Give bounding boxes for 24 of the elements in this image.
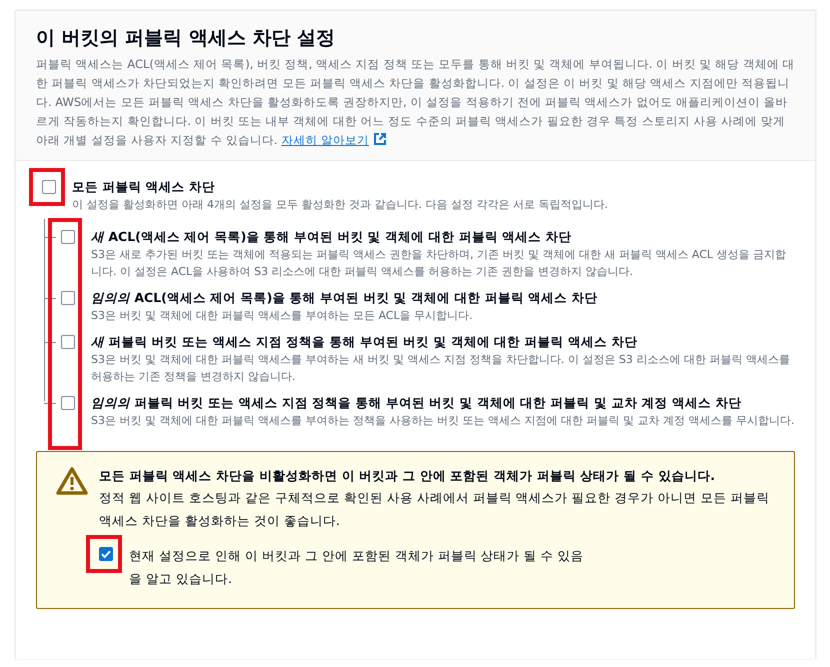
panel-description: 퍼블릭 액세스는 ACL(액세스 제어 목록), 버킷 정책, 액세스 지점 정책 또는 모두를 통해 버킷 및 객체에 부여됩니다. 이 버킷 및 해당 객체에 대한 퍼블릭 액세스가 차단되었는지 확인하려면 모든 퍼블릭 액세스 차단을 활성화합니다. 이 설정은 이 버킷 및 해당 액세스 지점에만 적용됩니다. AWS에서는 모든 퍼블릭 액세스 차단을 활성화하도록 권장하지만, 이 설정을 적용하기 전에 퍼블릭 액세스가 없어도 애플리케이션이 올바르게 작동하는지 확인합니다. 이 버킷 또는 내부 객체에 대한 어느 정도 수준의 퍼블릭 액세스가 필요한 경우 특정 스토리지 사용 사례에 맞게 아래 개별 설정을 사용자 지정할 수 있습니다. 자세히 알아보기 [36, 56, 795, 149]
checkbox[interactable] [61, 396, 75, 410]
checkbox[interactable] [61, 335, 75, 349]
external-link-icon[interactable] [372, 132, 387, 146]
learn-more-link[interactable]: 자세히 알아보기 [281, 133, 369, 147]
checkbox[interactable] [61, 230, 75, 244]
option-description: S3은 버킷 및 객체에 대한 퍼블릭 액세스를 부여하는 정책을 사용하는 버킷 또는 액세스 지점에 대한 퍼블릭 및 교차 계정 액세스를 무시합니다. [91, 413, 795, 429]
checkbox[interactable] [42, 180, 56, 194]
option-description: 이 설정을 활성화하면 아래 4개의 설정을 모두 활성화한 것과 같습니다. 다음 설정 각각은 서로 독립적입니다. [72, 197, 609, 213]
option-description: S3은 새로 추가된 버킷 또는 객체에 적용되는 퍼블릭 액세스 권한을 차단하며, 기존 버킷 및 객체에 대한 새 퍼블릭 액세스 ACL 생성을 금지합니다. 이 설정은 ACL을 사용하여 S3 리소스에 대한 퍼블릭 액세스를 허용하는 기존 권한을 변경하지 않습니다. [91, 247, 788, 280]
warning-text: 정적 웹 사이트 호스팅과 같은 구체적으로 확인된 사용 사례에서 퍼블릭 액세스가 필요한 경우가 아니면 모든 퍼블릭 액세스 차단을 활성화하는 것이 좋습니다. [99, 489, 771, 530]
option-label: 임의의 ACL(액세스 제어 목록)을 통해 부여된 버킷 및 객체에 대한 퍼블릭 액세스 차단 [91, 289, 598, 307]
option-label: 임의의 퍼블릭 버킷 또는 액세스 지점 정책을 통해 부여된 버킷 및 객체에 대한 퍼블릭 및 교차 계정 액세스 차단 [91, 394, 742, 412]
warning-title: 모든 퍼블릭 액세스 차단을 비활성화하면 이 버킷과 그 안에 포함된 객체가 퍼블릭 상태가 될 수 있습니다. [99, 467, 716, 485]
option-description: S3은 버킷 및 객체에 대한 퍼블릭 액세스를 부여하는 모든 ACL을 무시합니다. [91, 308, 474, 324]
option-description: S3은 버킷 및 객체에 대한 퍼블릭 액세스를 부여하는 새 버킷 및 액세스 지점 정책을 차단합니다. 이 설정은 S3 리소스에 대한 퍼블릭 액세스를 허용하는 기존 정책을 변경하지 않습니다. [91, 352, 791, 385]
panel-title: 이 버킷의 퍼블릭 액세스 차단 설정 [36, 26, 336, 51]
option-label: 새 퍼블릭 버킷 또는 액세스 지점 정책을 통해 부여된 버킷 및 객체에 대한 퍼블릭 액세스 차단 [91, 333, 638, 351]
option-label: 새 ACL(액세스 제어 목록)을 통해 부여된 버킷 및 객체에 대한 퍼블릭 액세스 차단 [91, 228, 572, 246]
checkbox[interactable] [99, 547, 113, 561]
checkbox[interactable] [61, 291, 75, 305]
option-label: 모든 퍼블릭 액세스 차단 [72, 178, 216, 196]
acknowledgement-label: 현재 설정으로 인해 이 버킷과 그 안에 포함된 객체가 퍼블릭 상태가 될 수 있음을 알고 있습니다. [129, 547, 585, 588]
warning-icon [55, 466, 89, 496]
